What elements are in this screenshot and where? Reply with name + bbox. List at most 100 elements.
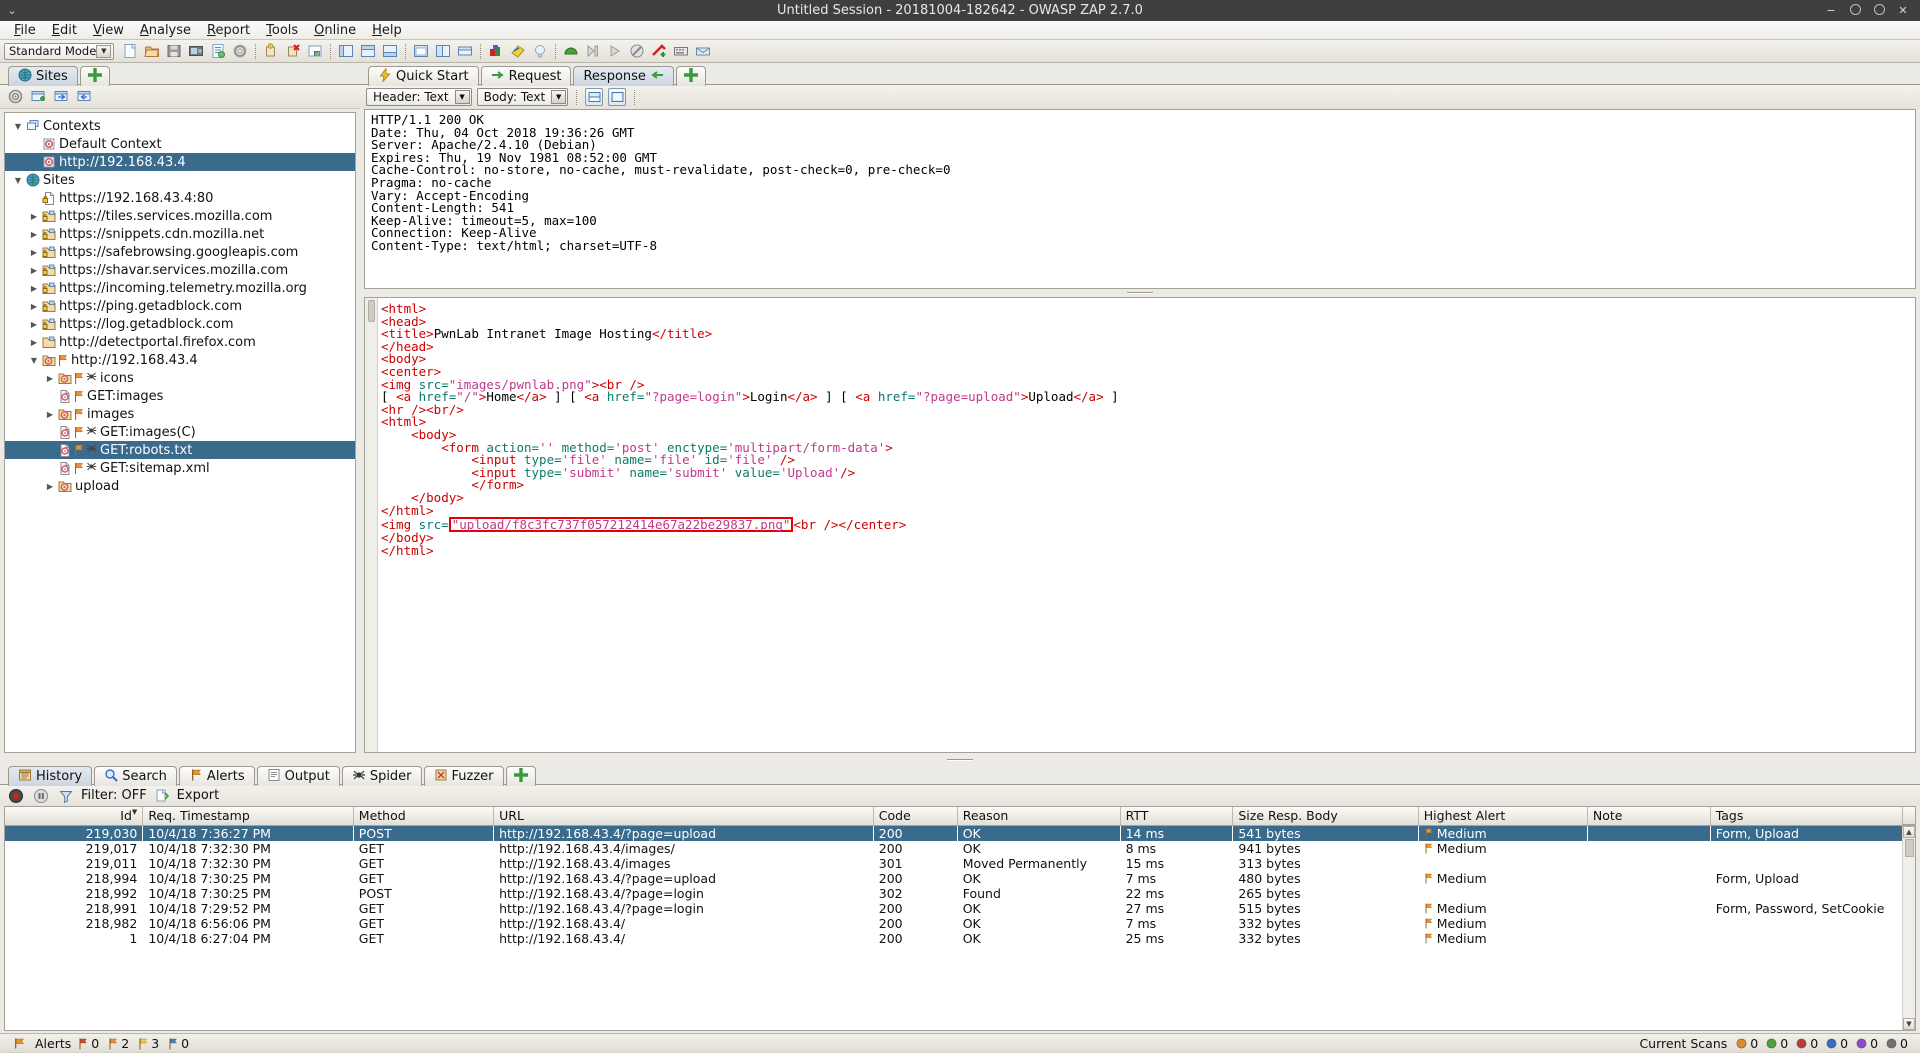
table-row[interactable]: 1 10/4/18 6:27:04 PM GET http://192.168.43.… [5, 931, 1915, 946]
alert-count-high[interactable]: 0 [78, 1036, 99, 1051]
next-icon[interactable] [605, 41, 625, 61]
tree-node[interactable]: GET:images [5, 387, 355, 405]
chevron-down-icon[interactable]: ▼ [27, 356, 41, 365]
tab-add-tab[interactable] [505, 766, 536, 786]
target-icon[interactable] [5, 87, 25, 107]
menu-online[interactable]: Online [306, 22, 364, 39]
table-row[interactable]: 218,991 10/4/18 7:29:52 PM GET http://192.1… [5, 901, 1915, 916]
resume-icon[interactable] [561, 41, 581, 61]
chevron-down-icon[interactable]: ▼ [11, 122, 25, 131]
menu-view[interactable]: View [85, 22, 132, 39]
chevron-down-icon[interactable]: ▼ [454, 90, 470, 104]
open-session-icon[interactable] [142, 41, 162, 61]
manage-addons-icon[interactable] [261, 41, 281, 61]
stop-icon[interactable] [627, 41, 647, 61]
sites-tree-container[interactable]: ▼ Contexts Default Context http://192.168.4… [4, 112, 356, 753]
history-table-scrollbar[interactable]: ▲ ▼ [1902, 826, 1915, 1030]
restore-icon[interactable] [1872, 3, 1886, 18]
tab-search[interactable]: Search [94, 766, 177, 786]
tab-history[interactable]: History [8, 766, 93, 786]
split-view-icon[interactable] [585, 88, 604, 106]
keyboard-icon[interactable] [671, 41, 691, 61]
chevron-right-icon[interactable]: ▶ [27, 320, 41, 329]
tree-node[interactable]: GET:sitemap.xml [5, 459, 355, 477]
column-header-tags[interactable]: Tags [1710, 807, 1916, 826]
import-context-icon[interactable] [51, 87, 71, 107]
record-icon[interactable] [6, 786, 26, 806]
snapshot-session-icon[interactable] [186, 41, 206, 61]
scan-count-ajax-scan[interactable]: 0 [1766, 1036, 1788, 1051]
mode-selector[interactable]: Standard Mode ▼ [4, 42, 115, 60]
alert-count-medium[interactable]: 2 [108, 1036, 129, 1051]
tree-node[interactable]: ▶ http://detectportal.firefox.com [5, 333, 355, 351]
chevron-right-icon[interactable]: ▶ [43, 482, 57, 491]
table-row[interactable]: 218,982 10/4/18 6:56:06 PM GET http://192.1… [5, 916, 1915, 931]
pause-icon[interactable] [31, 786, 51, 806]
menu-help[interactable]: Help [364, 22, 410, 39]
full-layout-icon[interactable] [380, 41, 400, 61]
request-panel-icon[interactable] [411, 41, 431, 61]
tab-request[interactable]: Request [480, 66, 572, 86]
chevron-right-icon[interactable]: ▶ [27, 266, 41, 275]
show-all-tabs-icon[interactable] [486, 41, 506, 61]
chevron-right-icon[interactable]: ▶ [43, 374, 57, 383]
tab-add-tab[interactable] [675, 66, 706, 86]
scroll-up-icon[interactable]: ▲ [1903, 826, 1915, 838]
pin-tabs-icon[interactable] [508, 41, 528, 61]
close-icon[interactable]: ✕ [1896, 4, 1910, 18]
table-row[interactable]: 218,994 10/4/18 7:30:25 PM GET http://192.1… [5, 871, 1915, 886]
chevron-down-icon[interactable]: ▼ [551, 90, 567, 104]
export-icon[interactable] [152, 786, 172, 806]
history-table-container[interactable]: Id ▼ Req. Timestamp Method URL Code Reason RTT S… [4, 806, 1916, 1031]
alert-count-low[interactable]: 3 [138, 1036, 159, 1051]
tree-node[interactable]: ▼ Sites [5, 171, 355, 189]
table-row[interactable]: 218,992 10/4/18 7:30:25 PM POST http://192.… [5, 886, 1915, 901]
tree-node[interactable]: Default Context [5, 135, 355, 153]
menu-file[interactable]: File [6, 22, 44, 39]
expand-layout-icon[interactable] [336, 41, 356, 61]
body-view-selector[interactable]: Body: Text ▼ [476, 88, 569, 106]
chevron-right-icon[interactable]: ▶ [27, 230, 41, 239]
tree-node[interactable]: GET:robots.txt [5, 441, 355, 459]
tree-node[interactable]: ▶ https://safebrowsing.googleapis.com [5, 243, 355, 261]
chevron-down-icon[interactable]: ▼ [11, 176, 25, 185]
tab-alerts[interactable]: Alerts [178, 766, 255, 786]
tree-node[interactable]: ▶ https://snippets.cdn.mozilla.net [5, 225, 355, 243]
scan-count-spider-scan[interactable]: 0 [1736, 1036, 1758, 1051]
options-icon[interactable] [230, 41, 250, 61]
tab-response[interactable]: Response [573, 66, 674, 86]
response-body-text[interactable]: <html> <head> <title>PwnLab Intranet Image… [365, 298, 1915, 557]
minimize-icon[interactable]: − [1824, 4, 1838, 18]
mail-icon[interactable] [693, 41, 713, 61]
column-header-rtt[interactable]: RTT [1120, 807, 1234, 826]
response-body-scrollbar[interactable] [365, 298, 378, 752]
scan-count-forced-browse[interactable]: 0 [1826, 1036, 1848, 1051]
table-row[interactable]: 219,030 10/4/18 7:36:27 PM POST http://192.… [5, 825, 1915, 841]
split-panel-icon[interactable] [455, 41, 475, 61]
menu-analyse[interactable]: Analyse [132, 22, 199, 39]
tab-spider[interactable]: Spider [341, 766, 422, 786]
export-label[interactable]: Export [177, 788, 220, 803]
column-header-reason[interactable]: Reason [957, 807, 1121, 826]
chevron-right-icon[interactable]: ▶ [27, 284, 41, 293]
tree-node[interactable]: ▶ https://ping.getadblock.com [5, 297, 355, 315]
table-row[interactable]: 219,017 10/4/18 7:32:30 PM GET http://192.1… [5, 841, 1915, 856]
chevron-right-icon[interactable]: ▶ [43, 410, 57, 419]
column-header-id[interactable]: Id ▼ [5, 807, 144, 826]
column-header-note[interactable]: Note [1587, 807, 1711, 826]
scan-count-websocket[interactable]: 0 [1886, 1036, 1908, 1051]
tab-fuzzer[interactable]: Fuzzer [423, 766, 504, 786]
clear-policy-icon[interactable]: at [305, 41, 325, 61]
attack-mode-icon[interactable] [649, 41, 669, 61]
tree-node[interactable]: ▶ https://incoming.telemetry.mozilla.org [5, 279, 355, 297]
scan-count-fuzzer-scan[interactable]: 0 [1856, 1036, 1878, 1051]
tree-node[interactable]: ▼ Contexts [5, 117, 355, 135]
tab-quick-start[interactable]: Quick Start [368, 66, 479, 86]
tree-node[interactable]: ▶ https://shavar.services.mozilla.com [5, 261, 355, 279]
tab-output[interactable]: Output [256, 766, 340, 786]
chevron-right-icon[interactable]: ▶ [27, 302, 41, 311]
scan-policy-icon[interactable] [283, 41, 303, 61]
save-session-icon[interactable] [164, 41, 184, 61]
filter-icon[interactable] [56, 786, 76, 806]
column-header-req-timestamp[interactable]: Req. Timestamp [142, 807, 354, 826]
